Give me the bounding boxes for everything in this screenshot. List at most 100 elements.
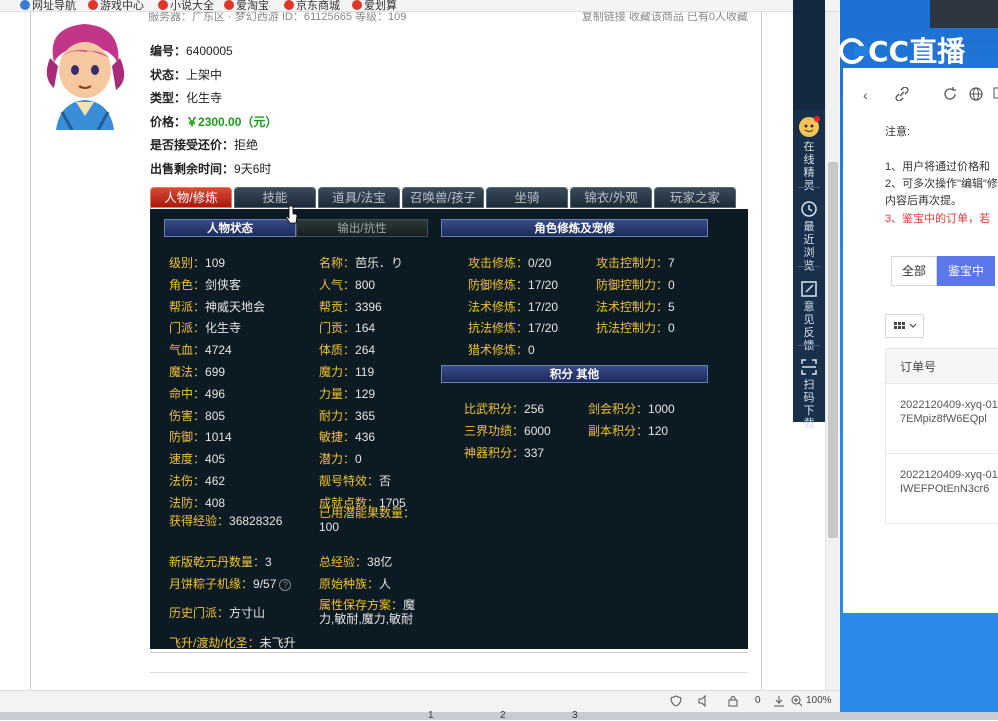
tab-outfits[interactable]: 锦衣/外观 [570, 187, 652, 208]
item-action-links[interactable]: 复制链接 收藏该商品 已有0人收藏 [582, 12, 748, 24]
item-number-row: 编号：6400005 [150, 44, 233, 58]
bookmarks-bar: 网址导航 游戏中心 小说大全 爱淘宝 京东商城 爱划算 [0, 0, 840, 12]
mouse-cursor-icon [286, 206, 298, 224]
tab-appraising[interactable]: 鉴宝中 [937, 256, 995, 286]
tab-home[interactable]: 玩家之家 [654, 187, 736, 208]
points-field: 神器积分：337 [464, 445, 545, 460]
potential-field: 已用潜能果数量：100 [319, 506, 416, 534]
browser-status-bar: 0 100% [0, 690, 840, 712]
globe-icon [20, 0, 30, 10]
cc-logo-icon [839, 38, 868, 64]
bookmark-deals[interactable]: 爱划算 [352, 0, 397, 11]
race-field: 原始种族：人 [319, 577, 392, 591]
stat-field: 角色：剑侠客 [169, 277, 242, 292]
divider [150, 672, 748, 680]
download-count[interactable]: 0 [755, 695, 761, 706]
tab-pets[interactable]: 召唤兽/孩子 [402, 187, 484, 208]
download-icon[interactable] [773, 695, 785, 707]
remaining-time-row: 出售剩余时间：9天6时 [150, 161, 272, 176]
page-number[interactable]: 1 [428, 710, 434, 721]
right-nav-bar: ‹ [843, 84, 998, 106]
tab-mounts[interactable]: 坐骑 [486, 187, 568, 208]
points-field: 剑会积分：1000 [588, 402, 675, 416]
attr-plan-field: 属性保存方案：魔力,敏耐,魔力,敏耐 [319, 598, 416, 626]
tab-skills[interactable]: 技能 [234, 187, 316, 208]
stat-field: 门贡：164 [319, 321, 376, 336]
stat-field: 伤害：805 [169, 408, 226, 423]
taobao-icon [224, 0, 234, 10]
page-scrollbar[interactable] [825, 12, 839, 708]
lock-icon[interactable] [727, 695, 739, 707]
stat-field: 法防：408 [169, 495, 226, 510]
tool-recent[interactable]: 最近浏览 [793, 200, 825, 273]
speaker-icon[interactable] [698, 695, 710, 707]
stat-field: 潜力：0 [319, 452, 362, 467]
stat-field: 法伤：462 [169, 474, 226, 488]
scrollbar-thumb[interactable] [828, 162, 838, 538]
tool-online-helper[interactable]: 在线精灵 [793, 116, 825, 193]
tool-feedback[interactable]: 意见反馈 [793, 280, 825, 353]
bookmark-nav[interactable]: 网址导航 [20, 0, 76, 11]
page-number[interactable]: 3 [572, 710, 578, 721]
right-browser-panel: ‹ 注意: 1、用户将通过价格和 2、可多次操作"编辑"修 内容后再次提。 3、… [843, 68, 998, 613]
shield-icon[interactable] [670, 695, 682, 707]
help-icon[interactable]: ? [279, 579, 292, 591]
link-icon[interactable] [895, 87, 909, 101]
notice-line-warning: 3、鉴宝中的订单，若 [885, 213, 991, 225]
history-field: 历史门派：方寸山 [169, 606, 266, 620]
stat-field: 成就点数：1705 [319, 495, 406, 510]
cc-live-logo: CC直播 [838, 30, 965, 70]
points-field: 比武积分：256 [464, 402, 545, 416]
globe-icon[interactable] [969, 87, 983, 101]
zoom-icon[interactable] [791, 695, 803, 707]
cultivation-field: 抗法修炼：17/20 [468, 321, 559, 336]
item-price: ￥2300.00（元） [186, 114, 278, 129]
table-row[interactable]: 2022120409-xyq-01-IWEFPOtEnN3cr6 [885, 454, 998, 524]
item-price-row: 价格：￥2300.00（元） [150, 114, 278, 129]
item-top-strip: 服务器：广东区 · 梦幻西游 ID：61125665 等级：109 复制链接 收… [148, 12, 748, 23]
exp-field: 获得经验：36828326 [169, 514, 283, 528]
item-status-row: 状态：上架中 [150, 67, 223, 82]
tab-items[interactable]: 道具/法宝 [318, 187, 400, 208]
notice-line: 2、可多次操作"编辑"修 [885, 178, 998, 190]
pill-field: 新版乾元丹数量：3 [169, 555, 272, 569]
bookmark-jd[interactable]: 京东商城 [284, 0, 340, 11]
points-field: 副本积分：120 [588, 423, 669, 438]
orders-table: 订单号 2022120409-xyq-01-7EMpiz8fW6EQpl 202… [885, 348, 998, 524]
page-number[interactable]: 2 [500, 710, 506, 721]
divider [150, 652, 748, 653]
notice-line: 内容后再次提。 [885, 195, 962, 207]
item-info: 编号：6400005 状态：上架中 类型：化生寺 价格：￥2300.00（元） … [150, 40, 277, 181]
notice-line: 1、用户将通过价格和 [885, 161, 991, 173]
cultivation-field: 攻击修炼：0/20 [468, 256, 552, 270]
refresh-icon[interactable] [943, 87, 957, 101]
bookmark-taobao[interactable]: 爱淘宝 [224, 0, 269, 11]
item-number: 6400005 [186, 44, 233, 58]
stat-field: 体质：264 [319, 343, 376, 358]
remaining-time: 9天6时 [234, 161, 272, 176]
control-field: 攻击控制力：7 [596, 256, 675, 270]
bookmark-games[interactable]: 游戏中心 [88, 0, 144, 11]
column-settings-button[interactable] [885, 314, 924, 338]
tab-character[interactable]: 人物/修炼 [150, 187, 232, 208]
stat-field: 帮贡：3396 [319, 299, 382, 314]
stat-field: 速度：405 [169, 452, 226, 467]
table-row[interactable]: 2022120409-xyq-01-7EMpiz8fW6EQpl [885, 384, 998, 454]
section-output-resist[interactable]: 输出/抗性 [296, 219, 428, 237]
stat-field: 气血：4724 [169, 343, 232, 358]
ascend-field: 飞升/渡劫/化圣：未飞升 [169, 636, 296, 650]
edit-icon [801, 281, 817, 297]
novel-icon [158, 0, 168, 10]
copy-icon[interactable] [993, 87, 998, 101]
tool-scan-download[interactable]: 扫码下载 [793, 358, 825, 431]
stat-field: 门派：化生寺 [169, 321, 242, 336]
stat-field: 人气：800 [319, 277, 376, 292]
stat-field: 力量：129 [319, 386, 376, 401]
back-icon[interactable]: ‹ [863, 87, 868, 103]
stat-field: 名称：芭乐．り [319, 256, 404, 270]
column-header-order-number: 订单号 [885, 348, 998, 384]
bookmark-novels[interactable]: 小说大全 [158, 0, 214, 11]
zoom-level[interactable]: 100% [806, 695, 832, 706]
section-character-status[interactable]: 人物状态 [164, 219, 296, 237]
tab-all[interactable]: 全部 [891, 256, 937, 286]
